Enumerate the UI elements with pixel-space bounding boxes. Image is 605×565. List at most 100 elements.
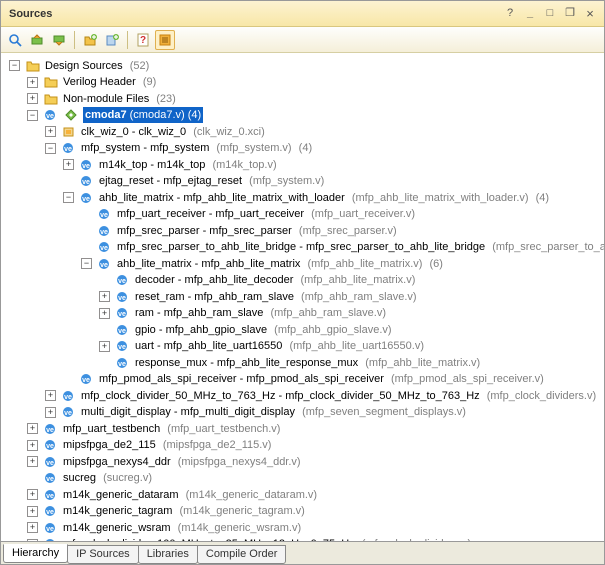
expand-icon[interactable]: + (99, 341, 110, 352)
tree-item[interactable]: +veuart - mfp_ahb_lite_uart16550 (mfp_ah… (97, 338, 426, 354)
tree-item[interactable]: + Non-module Files (23) (25, 91, 178, 107)
expand-icon[interactable]: + (27, 77, 38, 88)
expand-icon[interactable]: + (27, 522, 38, 533)
close-icon[interactable]: × (582, 7, 598, 21)
module-icon: ve (97, 257, 113, 271)
expand-icon[interactable]: + (99, 291, 110, 302)
tree-item[interactable]: +vereset_ram - mfp_ahb_ram_slave (mfp_ah… (97, 289, 419, 305)
module-icon: ve (79, 158, 95, 172)
help-toolbar-icon[interactable]: ? (133, 30, 153, 50)
settings-icon[interactable] (155, 30, 175, 50)
folder-icon (25, 59, 41, 73)
tree-item[interactable]: +vemipsfpga_de2_115 (mipsfpga_de2_115.v) (25, 437, 273, 453)
tree-item[interactable]: +vem14k_generic_dataram (m14k_generic_da… (25, 487, 319, 503)
tree-item[interactable]: − ve mfp_system - mfp_system (mfp_system… (43, 140, 314, 156)
collapse-icon[interactable]: − (45, 143, 56, 154)
module-icon: ve (61, 389, 77, 403)
tab-hierarchy[interactable]: Hierarchy (3, 544, 68, 563)
titlebar: Sources ? _ □ ❐ × (1, 1, 604, 27)
svg-text:ve: ve (46, 443, 54, 450)
svg-text:ve: ve (100, 245, 108, 252)
svg-text:ve: ve (46, 427, 54, 434)
tree-item[interactable]: −veahb_lite_matrix - mfp_ahb_lite_matrix… (79, 256, 445, 272)
tree-item[interactable]: ·vedecoder - mfp_ahb_lite_decoder (mfp_a… (97, 272, 417, 288)
tab-compile-order[interactable]: Compile Order (197, 545, 287, 564)
expand-icon[interactable]: + (45, 126, 56, 137)
expand-icon[interactable]: + (27, 539, 38, 542)
svg-text:ve: ve (118, 328, 126, 335)
collapse-icon[interactable]: − (63, 192, 74, 203)
expand-icon[interactable]: + (45, 407, 56, 418)
add-ip-icon[interactable] (102, 30, 122, 50)
svg-text:ve: ve (100, 229, 108, 236)
svg-text:ve: ve (46, 493, 54, 500)
ip-icon (61, 125, 77, 139)
tree-item[interactable]: + clk_wiz_0 - clk_wiz_0 (clk_wiz_0.xci) (43, 124, 267, 140)
search-icon[interactable] (5, 30, 25, 50)
tree-root[interactable]: − Design Sources (52) (7, 58, 151, 74)
expand-all-icon[interactable] (49, 30, 69, 50)
tree-item[interactable]: +vemipsfpga_nexys4_ddr (mipsfpga_nexys4_… (25, 454, 303, 470)
tree-item[interactable]: + ve m14k_top - m14k_top (m14k_top.v) (61, 157, 279, 173)
tree-item[interactable]: +vemulti_digit_display - mfp_multi_digit… (43, 404, 468, 420)
expand-icon[interactable]: + (99, 308, 110, 319)
expand-icon[interactable]: + (27, 423, 38, 434)
tree-item[interactable]: − ve ahb_lite_matrix - mfp_ahb_lite_matr… (61, 190, 551, 206)
top-module-icon (63, 108, 79, 122)
tree-item[interactable]: +vemfp_clock_divider_50_MHz_to_763_Hz - … (43, 388, 598, 404)
module-icon: ve (43, 108, 59, 122)
collapse-icon[interactable]: − (81, 258, 92, 269)
tree-item[interactable]: ·veresponse_mux - mfp_ahb_lite_response_… (97, 355, 482, 371)
folder-icon (43, 75, 59, 89)
minimize-icon[interactable]: _ (522, 7, 538, 21)
expand-icon[interactable]: + (27, 456, 38, 467)
tree-item[interactable]: + Verilog Header (9) (25, 74, 158, 90)
module-icon: ve (115, 356, 131, 370)
svg-text:ve: ve (100, 262, 108, 269)
expand-icon[interactable]: + (45, 390, 56, 401)
tab-ip-sources[interactable]: IP Sources (67, 545, 139, 564)
tree-item[interactable]: ·vesucreg (sucreg.v) (25, 470, 154, 486)
add-sources-icon[interactable] (80, 30, 100, 50)
tree-item[interactable]: ·vemfp_srec_parser_to_ahb_lite_bridge - … (79, 239, 604, 255)
tree-item[interactable]: +vemfp_uart_testbench (mfp_uart_testbenc… (25, 421, 282, 437)
tab-libraries[interactable]: Libraries (138, 545, 198, 564)
separator (127, 31, 128, 49)
svg-text:ve: ve (118, 344, 126, 351)
module-icon: ve (115, 273, 131, 287)
tree-item[interactable]: ·vegpio - mfp_ahb_gpio_slave (mfp_ahb_gp… (97, 322, 394, 338)
collapse-icon[interactable]: − (9, 60, 20, 71)
help-icon[interactable]: ? (502, 7, 518, 21)
tree-item[interactable]: +vem14k_generic_tagram (m14k_generic_tag… (25, 503, 307, 519)
restore-icon[interactable]: □ (542, 7, 558, 21)
source-tree[interactable]: − Design Sources (52) + Verilog Header (… (1, 53, 604, 541)
module-icon: ve (115, 290, 131, 304)
bottom-tabs: Hierarchy IP Sources Libraries Compile O… (1, 541, 604, 564)
tree-item[interactable]: ·vemfp_uart_receiver - mfp_uart_receiver… (79, 206, 417, 222)
tree-item[interactable]: ·vemfp_srec_parser - mfp_srec_parser (mf… (79, 223, 399, 239)
module-icon: ve (43, 521, 59, 535)
expand-icon[interactable]: + (27, 489, 38, 500)
expand-icon[interactable]: + (27, 440, 38, 451)
tree-item[interactable]: ·vemfp_pmod_als_spi_receiver - mfp_pmod_… (61, 371, 546, 387)
node-count: (52) (130, 58, 150, 74)
tree-item[interactable]: +vem14k_generic_wsram (m14k_generic_wsra… (25, 520, 303, 536)
svg-text:ve: ve (82, 196, 90, 203)
module-icon: ve (43, 455, 59, 469)
tree-item[interactable]: · ve ejtag_reset - mfp_ejtag_reset (mfp_… (61, 173, 326, 189)
maximize-icon[interactable]: ❐ (562, 7, 578, 21)
window-title: Sources (7, 8, 498, 20)
expand-icon[interactable]: + (27, 93, 38, 104)
svg-text:ve: ve (46, 476, 54, 483)
svg-text:ve: ve (64, 394, 72, 401)
svg-text:ve: ve (118, 311, 126, 318)
svg-text:ve: ve (46, 526, 54, 533)
collapse-all-icon[interactable] (27, 30, 47, 50)
expand-icon[interactable]: + (63, 159, 74, 170)
tree-item-selected[interactable]: − ve cmoda7 (cmoda7.v) (4) (25, 107, 205, 123)
module-icon: ve (43, 537, 59, 541)
collapse-icon[interactable]: − (27, 110, 38, 121)
expand-icon[interactable]: + (27, 506, 38, 517)
tree-item[interactable]: +veram - mfp_ahb_ram_slave (mfp_ahb_ram_… (97, 305, 388, 321)
tree-item[interactable]: +vemfp_clock_divider_100_MHz_to_25_MHz_1… (25, 536, 473, 541)
